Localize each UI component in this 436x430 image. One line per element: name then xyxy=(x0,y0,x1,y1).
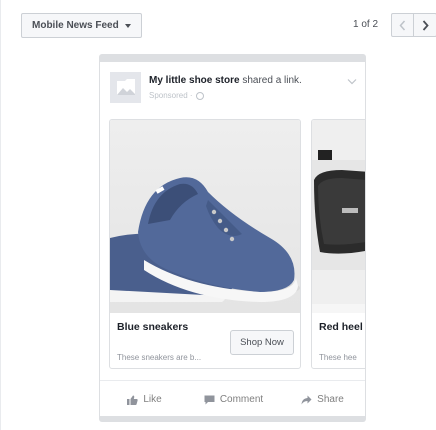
chevron-left-icon xyxy=(399,20,406,30)
red-heel-image[interactable] xyxy=(312,120,365,313)
carousel[interactable]: Blue sneakers These sneakers are b... Sh… xyxy=(109,119,365,369)
card-description: These sneakers are b... xyxy=(117,353,202,362)
page-avatar[interactable] xyxy=(110,72,141,103)
sponsored-text: Sponsored · xyxy=(149,91,193,100)
blue-sneaker-image[interactable] xyxy=(110,120,300,313)
phone-bottom-strip xyxy=(99,416,366,422)
carousel-card[interactable]: Red heel These hee xyxy=(311,119,365,369)
share-icon xyxy=(301,395,312,404)
page-name-link[interactable]: My little shoe store xyxy=(149,75,240,86)
globe-icon xyxy=(195,91,204,100)
shop-now-button[interactable]: Shop Now xyxy=(230,330,294,355)
previous-preview-button[interactable] xyxy=(391,13,414,37)
post-action-bar: Like Comment Share xyxy=(100,380,365,418)
post-action-text: shared a link. xyxy=(239,75,302,86)
next-preview-button[interactable] xyxy=(414,13,436,37)
placement-label: Mobile News Feed xyxy=(32,20,119,31)
card-title: Blue sneakers xyxy=(117,321,189,333)
like-label: Like xyxy=(143,394,162,405)
post-options-chevron-icon[interactable] xyxy=(347,78,357,85)
carousel-card[interactable]: Blue sneakers These sneakers are b... Sh… xyxy=(109,119,301,369)
caret-down-icon xyxy=(124,23,131,28)
card-description: These hee xyxy=(319,353,357,362)
like-button[interactable]: Like xyxy=(100,394,189,405)
phone-status-strip xyxy=(99,54,366,62)
post-header: My little shoe store shared a link. xyxy=(149,75,302,86)
ad-preview-panel: Mobile News Feed 1 of 2 My little shoe s… xyxy=(0,0,436,430)
pager-count: 1 of 2 xyxy=(353,19,379,30)
like-icon xyxy=(127,395,139,405)
sponsored-label: Sponsored · xyxy=(149,91,204,100)
card-title: Red heel xyxy=(319,321,363,333)
placement-dropdown[interactable]: Mobile News Feed xyxy=(21,13,142,38)
news-feed-post: My little shoe store shared a link. Spon… xyxy=(99,62,366,418)
comment-icon xyxy=(204,395,215,404)
share-label: Share xyxy=(317,394,344,405)
share-button[interactable]: Share xyxy=(278,394,365,405)
comment-label: Comment xyxy=(219,394,264,405)
page-placeholder-icon xyxy=(116,78,135,95)
comment-button[interactable]: Comment xyxy=(189,394,278,405)
chevron-right-icon xyxy=(422,19,429,31)
